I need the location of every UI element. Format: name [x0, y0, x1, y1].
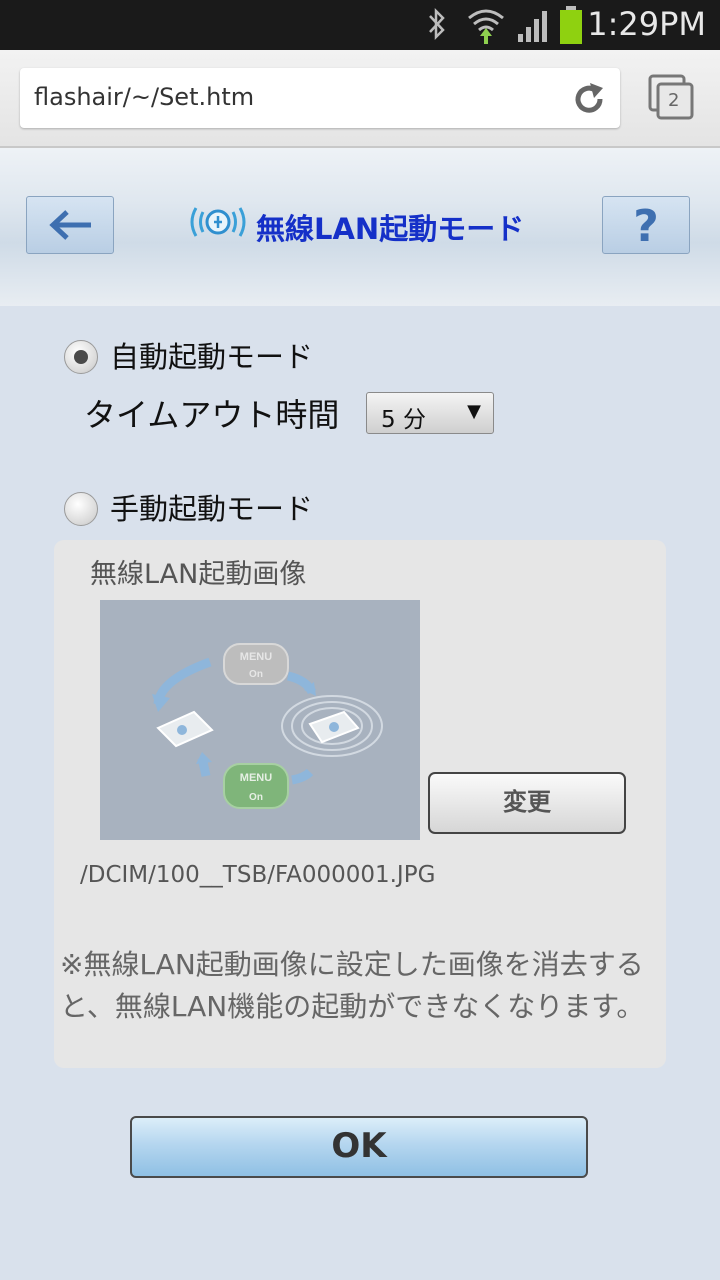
timeout-value: 5 分: [381, 407, 426, 433]
status-bar: 1:29PM: [0, 0, 720, 50]
timeout-label: タイムアウト時間: [84, 396, 340, 434]
startup-image-preview: MENU On MENU On: [100, 600, 420, 840]
preview-on-label-2: On: [249, 792, 263, 803]
wireless-lan-icon: [190, 207, 246, 237]
wifi-icon: [468, 9, 504, 44]
startup-image-panel: 無線LAN起動画像 MENU On MENU On 変更 /DCIM/100__…: [54, 540, 666, 1068]
battery-icon: [560, 6, 582, 44]
url-text[interactable]: flashair/~/Set.htm: [34, 83, 254, 111]
browser-toolbar: flashair/~/Set.htm 2: [0, 50, 720, 148]
startup-image-illustration: MENU On MENU On: [152, 643, 383, 809]
manual-mode-label: 手動起動モード: [110, 492, 314, 526]
warning-note: ※無線LAN起動画像に設定した画像を消去すると、無線LAN機能の起動ができなくな…: [60, 948, 645, 1023]
bluetooth-icon: [429, 7, 445, 41]
help-icon: ?: [633, 201, 659, 252]
auto-mode-label: 自動起動モード: [110, 340, 314, 374]
image-path: /DCIM/100__TSB/FA000001.JPG: [80, 862, 436, 888]
radio-selected-dot: [74, 350, 88, 364]
back-button[interactable]: [26, 196, 114, 254]
tab-count: 2: [668, 90, 680, 111]
ok-button[interactable]: OK: [130, 1116, 588, 1178]
change-image-button[interactable]: 変更: [428, 772, 626, 834]
dropdown-arrow-icon: ▼: [467, 401, 481, 422]
auto-mode-radio[interactable]: [64, 340, 98, 374]
page-header: 無線LAN起動モード ?: [0, 148, 720, 306]
timeout-select[interactable]: 5 分 ▼: [366, 392, 494, 434]
signal-icon: [518, 11, 547, 42]
preview-menu-label-2: MENU: [240, 772, 272, 784]
help-button[interactable]: ?: [602, 196, 690, 254]
tabs-button[interactable]: 2: [648, 74, 696, 120]
manual-mode-radio[interactable]: [64, 492, 98, 526]
page-title: 無線LAN起動モード: [256, 212, 525, 246]
back-arrow-icon: [49, 210, 91, 240]
reload-icon[interactable]: [570, 80, 608, 118]
panel-title: 無線LAN起動画像: [90, 559, 307, 590]
url-bar[interactable]: flashair/~/Set.htm: [20, 68, 620, 128]
preview-on-label-1: On: [249, 669, 263, 680]
preview-menu-label-1: MENU: [240, 651, 272, 663]
status-time: 1:29PM: [587, 5, 706, 43]
